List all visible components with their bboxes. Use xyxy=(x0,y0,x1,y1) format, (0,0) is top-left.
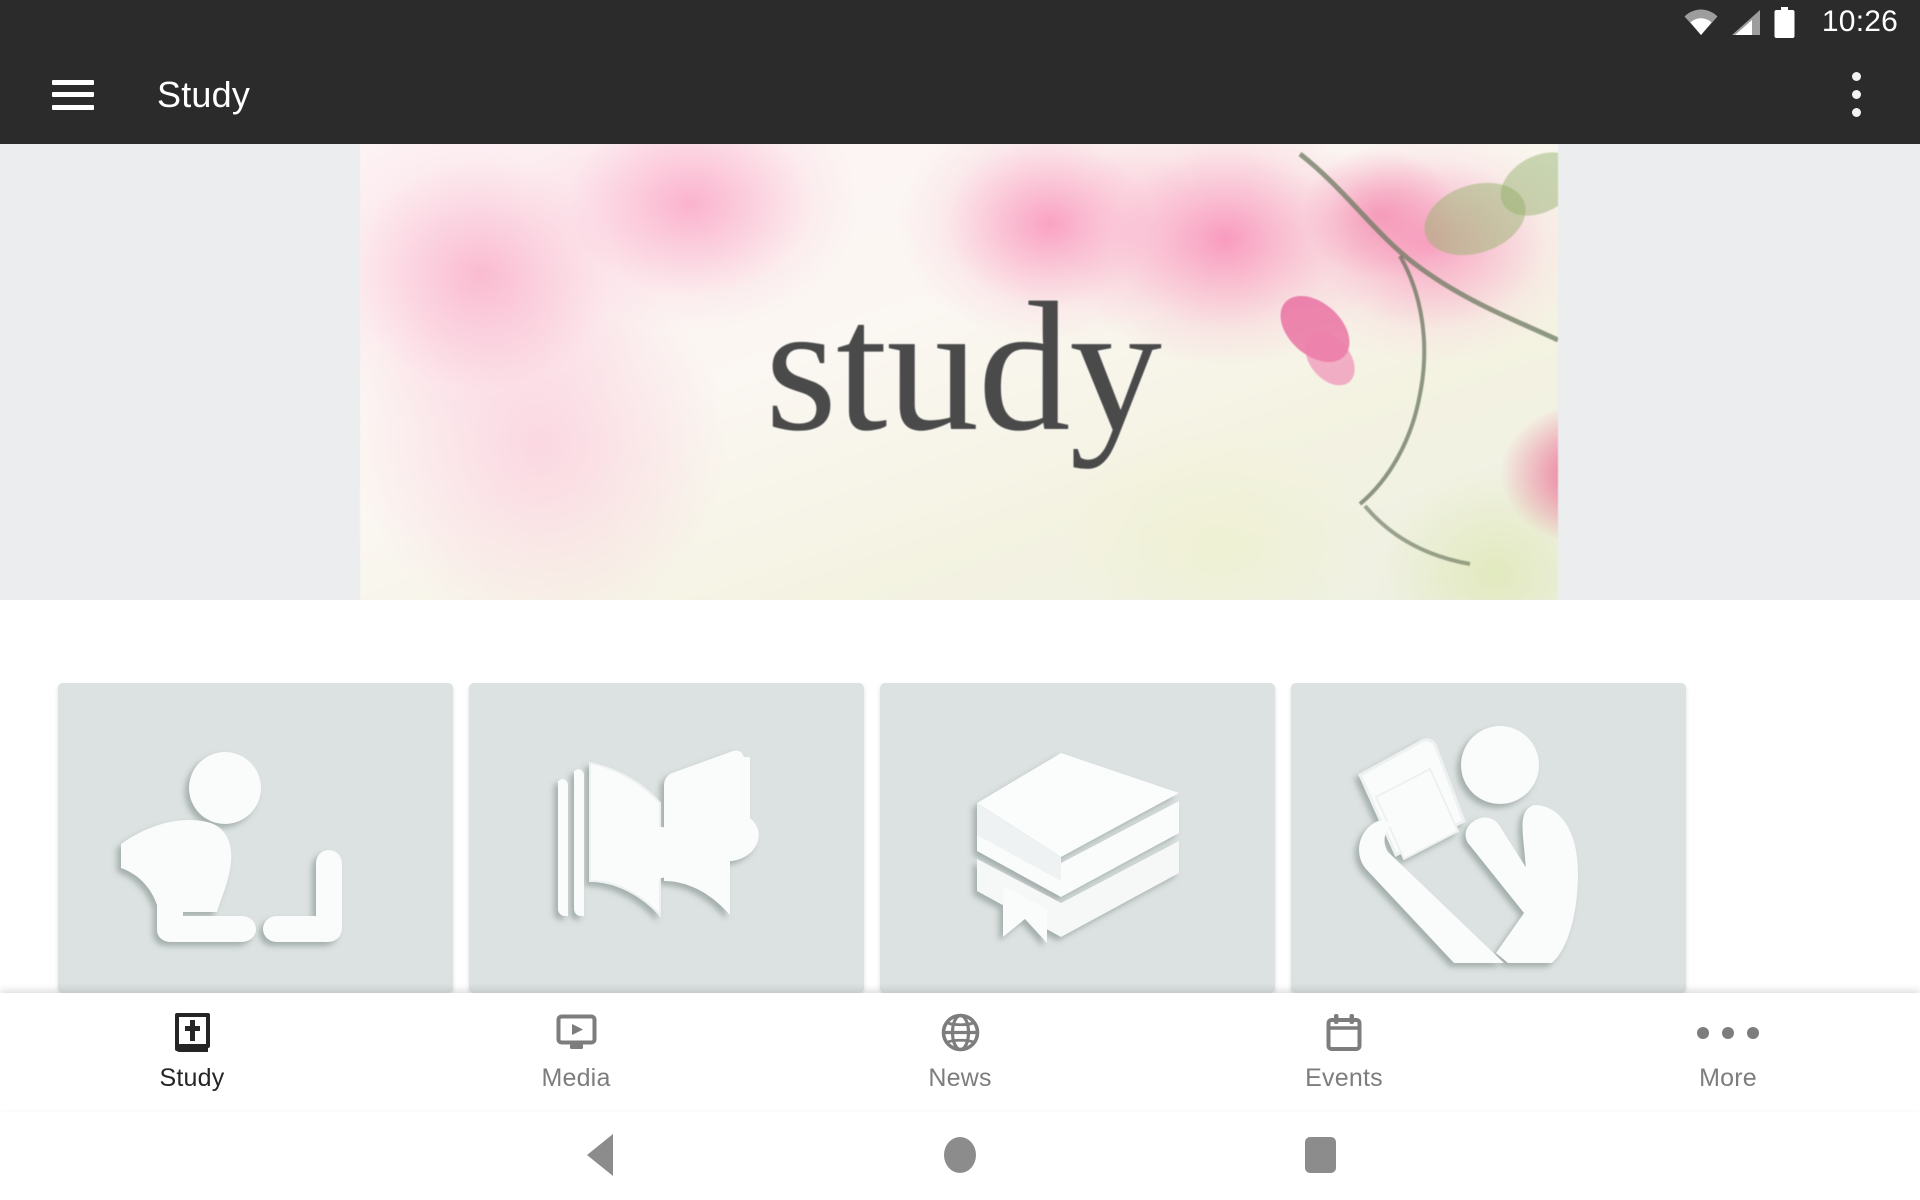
back-button[interactable] xyxy=(495,1134,705,1176)
person-kneeling-studying-icon xyxy=(120,751,342,942)
app-screen: 10:26 Study study Study Media News Event… xyxy=(0,0,1920,1200)
ellipsis-icon xyxy=(1697,1011,1759,1055)
home-circle-icon xyxy=(944,1137,976,1173)
android-system-navigation xyxy=(0,1110,1920,1200)
card-person-sitting-reading[interactable] xyxy=(1291,683,1686,993)
feature-card-row xyxy=(0,683,1920,993)
nav-label-events: Events xyxy=(1305,1063,1383,1092)
nav-item-news[interactable]: News xyxy=(768,993,1152,1110)
status-bar: 10:26 xyxy=(0,0,1920,45)
hero-banner-word: study xyxy=(765,264,1162,470)
page-title: Study xyxy=(157,73,251,115)
recents-button[interactable] xyxy=(1215,1137,1425,1173)
card-songbook-music[interactable] xyxy=(469,683,864,993)
card-person-kneeling-studying[interactable] xyxy=(58,683,453,993)
wifi-icon xyxy=(1684,9,1718,35)
nav-label-media: Media xyxy=(541,1063,611,1092)
hero-section: study xyxy=(0,144,1920,600)
bottom-navigation-bar: Study Media News Events More xyxy=(0,993,1920,1110)
nav-item-media[interactable]: Media xyxy=(384,993,768,1110)
nav-item-study[interactable]: Study xyxy=(0,993,384,1110)
battery-icon xyxy=(1774,7,1795,38)
hamburger-menu-icon[interactable] xyxy=(52,79,94,110)
home-button[interactable] xyxy=(855,1137,1065,1173)
status-icons: 10:26 xyxy=(1684,4,1898,38)
cellular-signal-icon xyxy=(1731,10,1760,35)
globe-icon xyxy=(941,1011,980,1055)
nav-item-events[interactable]: Events xyxy=(1152,993,1536,1110)
person-sitting-reading-icon xyxy=(1358,726,1578,963)
card-stacked-books[interactable] xyxy=(880,683,1275,993)
calendar-icon xyxy=(1326,1011,1362,1055)
status-time: 10:26 xyxy=(1821,4,1898,38)
stacked-books-icon xyxy=(976,752,1179,943)
overflow-menu-icon[interactable] xyxy=(1832,65,1880,125)
nav-label-news: News xyxy=(928,1063,992,1092)
nav-item-more[interactable]: More xyxy=(1536,993,1920,1110)
recents-square-icon xyxy=(1304,1137,1336,1173)
hero-banner-image[interactable]: study xyxy=(360,144,1558,600)
app-bar: Study xyxy=(0,45,1920,144)
songbook-music-note-icon xyxy=(557,750,759,918)
nav-label-study: Study xyxy=(159,1063,225,1092)
back-triangle-icon xyxy=(587,1134,613,1176)
monitor-play-icon xyxy=(556,1011,597,1055)
bible-book-cross-icon xyxy=(174,1011,211,1055)
nav-label-more: More xyxy=(1699,1063,1757,1092)
